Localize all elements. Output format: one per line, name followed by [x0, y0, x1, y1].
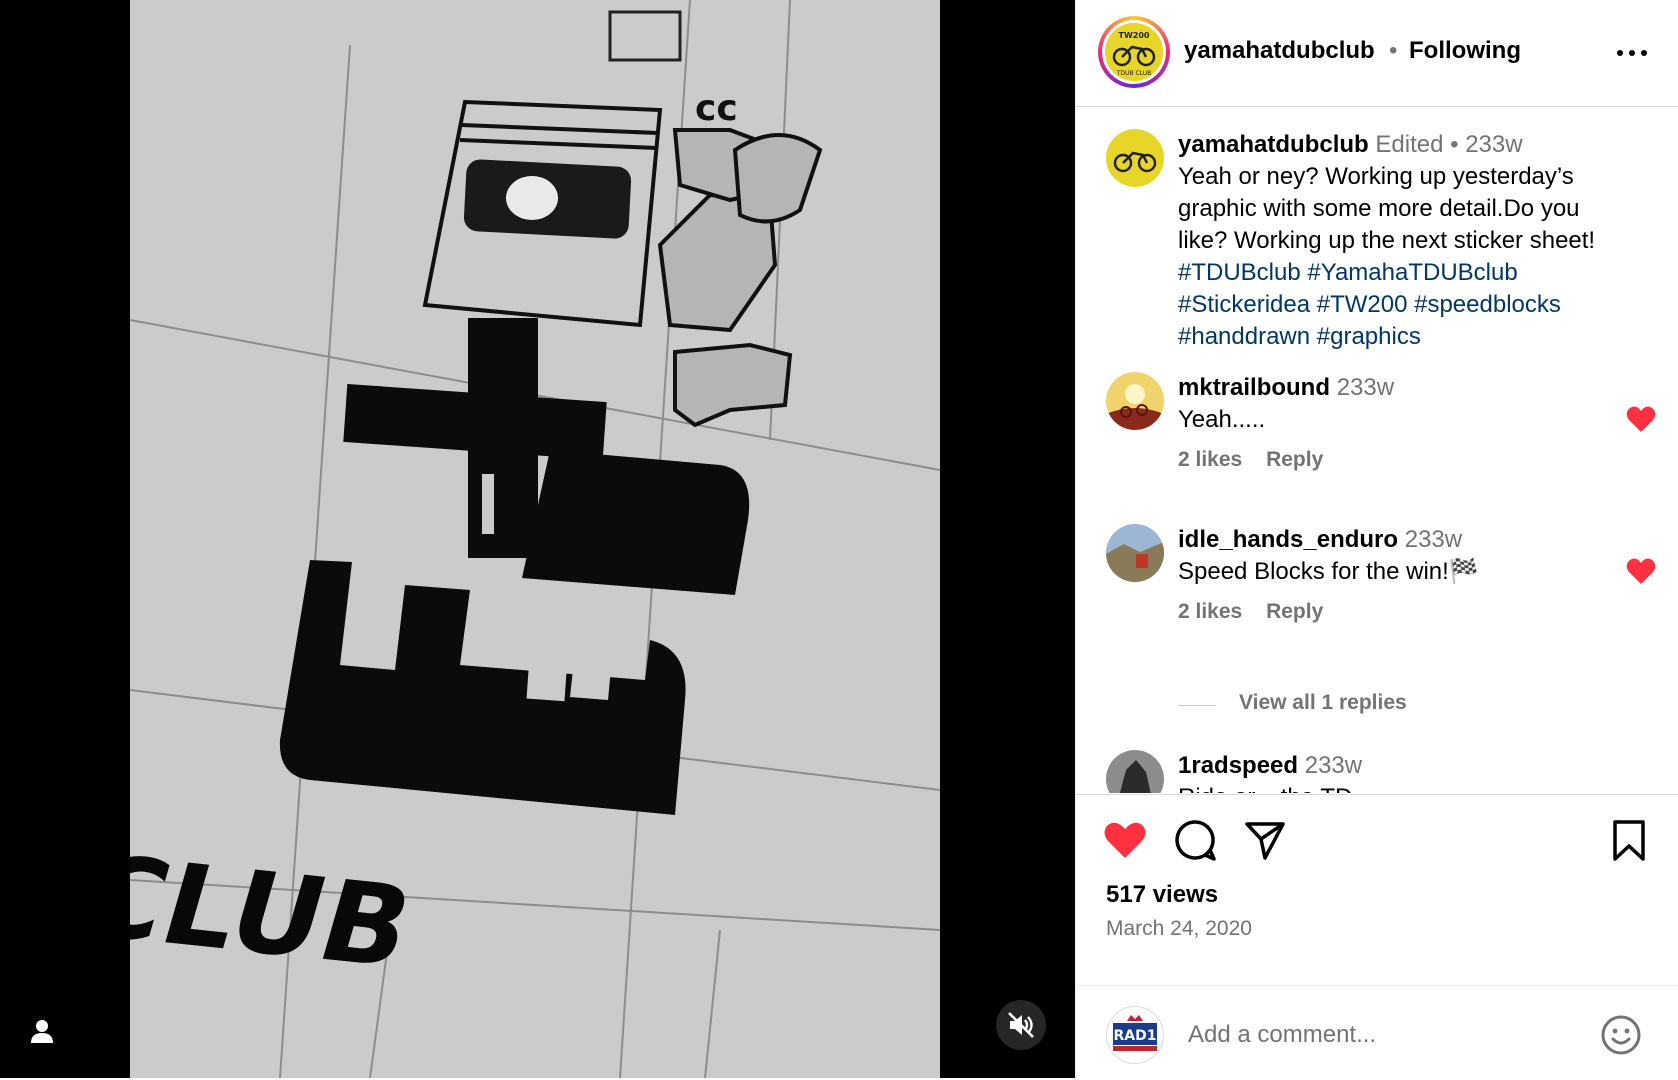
share-icon[interactable] — [1242, 817, 1288, 863]
like-button[interactable] — [1102, 817, 1148, 863]
tagged-users-button[interactable] — [26, 1015, 58, 1047]
comment-text: Speed Blocks for the win!🏁 — [1178, 558, 1479, 585]
comment-likes[interactable]: 2 likes — [1178, 600, 1242, 623]
header-username-link[interactable]: yamahatdubclub — [1184, 37, 1375, 65]
following-button[interactable]: Following — [1409, 37, 1521, 65]
comment-age[interactable]: 233w — [1405, 526, 1462, 553]
motorcycle-logo-icon — [1106, 129, 1164, 187]
hashtag-line[interactable]: #Stickeridea #TW200 #speedblocks — [1178, 291, 1561, 318]
avatar[interactable] — [1106, 524, 1164, 582]
rider-avatar-icon — [1106, 750, 1164, 793]
separator-dot: • — [1389, 37, 1398, 64]
reply-button[interactable]: Reply — [1266, 600, 1323, 623]
views-count[interactable]: 517 views — [1106, 881, 1218, 909]
story-ring[interactable]: TW200 TDUB CLUB — [1098, 16, 1170, 88]
avatar: TW200 TDUB CLUB — [1105, 23, 1163, 81]
sunset-rider-avatar-icon — [1106, 372, 1164, 430]
post-date[interactable]: March 24, 2020 — [1106, 917, 1252, 941]
comment-input[interactable] — [1186, 1016, 1550, 1054]
caption-username[interactable]: yamahatdubclub — [1178, 131, 1369, 158]
comments-list[interactable]: yamahatdubclub Edited • 233w Yeah or ney… — [1076, 107, 1678, 793]
motorcycle-logo-icon: TW200 TDUB CLUB — [1105, 23, 1163, 81]
post-header: TW200 TDUB CLUB yamahatdubclub • Followi… — [1076, 0, 1678, 107]
view-replies-button[interactable]: View all 1 replies — [1239, 691, 1407, 715]
separator-dot: • — [1450, 131, 1459, 158]
speaker-muted-icon — [1008, 1012, 1034, 1038]
comment-username[interactable]: idle_hands_enduro — [1178, 526, 1398, 553]
heart-filled-icon[interactable] — [1626, 557, 1656, 585]
sketch-drawing: cc CLUB — [130, 0, 940, 1078]
more-horizontal-icon — [1617, 50, 1647, 56]
hashtag-line[interactable]: #handdrawn #graphics — [1178, 323, 1421, 350]
more-options-button[interactable] — [1614, 38, 1650, 68]
avatar: RAD1 — [1106, 1006, 1164, 1064]
emoji-icon[interactable] — [1600, 1014, 1642, 1056]
comment-age[interactable]: 233w — [1337, 374, 1394, 401]
avatar[interactable] — [1106, 129, 1164, 187]
comment-text: Ride or... the TD... — [1178, 784, 1372, 793]
edited-label: Edited — [1375, 131, 1444, 158]
avatar[interactable] — [1106, 372, 1164, 430]
post-video[interactable]: cc CLUB — [130, 0, 940, 1078]
avatar-badge-top: TW200 — [1119, 31, 1150, 40]
caption-line: Yeah or ney? Working up yesterday’s — [1178, 163, 1574, 190]
post-actions: 517 views March 24, 2020 RAD1 — [1076, 794, 1678, 1079]
caption-line: like? Working up the next sticker sheet! — [1178, 227, 1596, 254]
hashtag-line[interactable]: #TDUBclub #YamahaTDUBclub — [1178, 259, 1518, 286]
comment-username[interactable]: mktrailbound — [1178, 374, 1330, 401]
heart-filled-icon[interactable] — [1626, 405, 1656, 433]
caption-age[interactable]: 233w — [1465, 131, 1522, 158]
reply-button[interactable]: Reply — [1266, 448, 1323, 471]
post-details-panel: TW200 TDUB CLUB yamahatdubclub • Followi… — [1075, 0, 1678, 1078]
avatar[interactable] — [1106, 750, 1164, 793]
mute-toggle-button[interactable] — [996, 1000, 1046, 1050]
user-icon — [31, 1020, 53, 1043]
comment-icon[interactable] — [1172, 817, 1218, 863]
comment-text: Yeah..... — [1178, 406, 1266, 433]
rad1-logo-icon: RAD1 — [1113, 1015, 1157, 1051]
comment-age[interactable]: 233w — [1305, 752, 1362, 779]
landscape-avatar-icon — [1106, 524, 1164, 582]
replies-divider — [1178, 705, 1216, 706]
caption-line: graphic with some more detail.Do you — [1178, 195, 1580, 222]
post-media-area: cc CLUB — [0, 0, 1075, 1078]
caption-text: yamahatdubclub Edited • 233w Yeah or ney… — [1178, 129, 1618, 353]
commenter-avatar-badge: RAD1 — [1114, 1028, 1157, 1044]
save-bookmark-icon[interactable] — [1606, 817, 1652, 863]
avatar-badge-bottom: TDUB CLUB — [1116, 70, 1151, 77]
add-comment-bar: RAD1 — [1076, 985, 1678, 1080]
comment-likes[interactable]: 2 likes — [1178, 448, 1242, 471]
sketch-cc-text: cc — [695, 88, 738, 129]
comment-username[interactable]: 1radspeed — [1178, 752, 1298, 779]
